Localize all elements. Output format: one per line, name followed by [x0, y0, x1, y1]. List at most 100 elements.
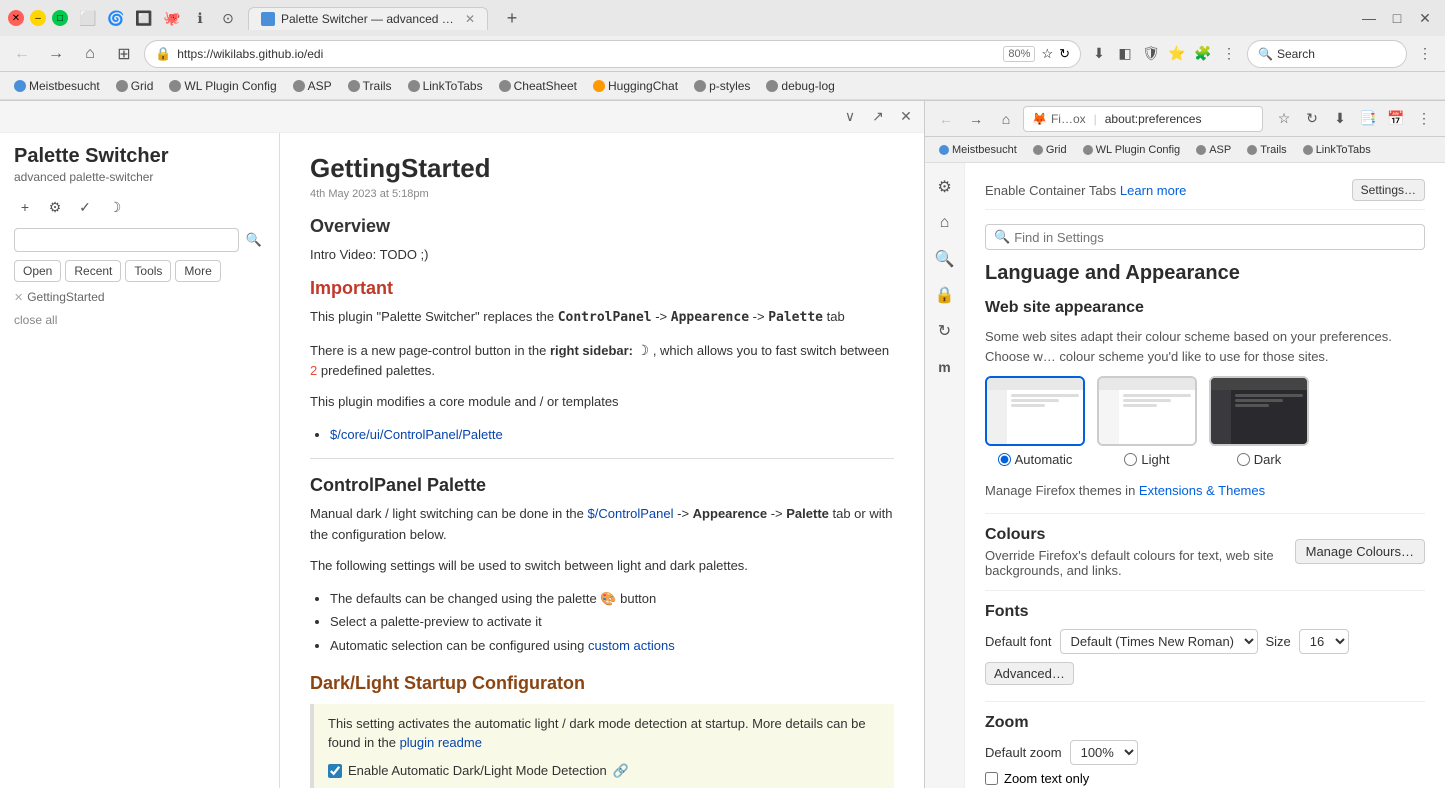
ff-zoom-select[interactable]: 100% — [1070, 740, 1138, 765]
active-tab[interactable]: Palette Switcher — advanced palet… ✕ — [248, 7, 488, 30]
bookmark-linktotabs[interactable]: LinkToTabs — [402, 77, 489, 95]
ff-bk-meistbesucht[interactable]: Meistbesucht — [933, 143, 1023, 157]
browser-icon-1[interactable]: ⬜ — [76, 6, 100, 30]
palette-close-all[interactable]: close all — [0, 308, 279, 331]
ff-advanced-button[interactable]: Advanced… — [985, 662, 1074, 685]
wiki-link-icon[interactable]: 🔗 — [613, 761, 629, 781]
wiki-checkbox[interactable] — [328, 764, 342, 778]
ff-forward-button[interactable]: → — [963, 106, 989, 132]
ff-address-bar[interactable]: 🦊 Fi…ox | about:preferences — [1023, 106, 1263, 132]
palette-check-button[interactable]: ✓ — [74, 196, 96, 218]
bookmark-cheatsheet[interactable]: CheatSheet — [493, 77, 583, 95]
minimize-button[interactable]: – — [30, 10, 46, 26]
grid-button[interactable]: ⊞ — [110, 40, 138, 68]
browser-icon-4[interactable]: 🐙 — [160, 6, 184, 30]
browser-icon-2[interactable]: 🌀 — [104, 6, 128, 30]
bookmark-debuglog[interactable]: debug-log — [760, 77, 840, 95]
wiki-collapse-icon[interactable]: ∨ — [840, 107, 860, 127]
palette-item-close-icon[interactable]: ✕ — [14, 291, 23, 304]
wiki-cp-link[interactable]: $/ControlPanel — [588, 506, 674, 521]
wiki-link-controlpanel[interactable]: $/core/ui/ControlPanel/Palette — [330, 427, 503, 442]
minimize-win-icon[interactable]: — — [1357, 6, 1381, 30]
bookmark-trails[interactable]: Trails — [342, 77, 398, 95]
palette-tab-tools[interactable]: Tools — [125, 260, 171, 282]
wiki-close-icon[interactable]: ✕ — [896, 107, 916, 127]
ff-bk-trails[interactable]: Trails — [1241, 143, 1292, 157]
ff-sidebar-lock-icon[interactable]: 🔒 — [929, 279, 961, 311]
bookmark-grid[interactable]: Grid — [110, 77, 160, 95]
ff-download-icon[interactable]: ⬇ — [1327, 106, 1353, 132]
ff-star-icon[interactable]: ☆ — [1271, 106, 1297, 132]
bookmark-pstyles[interactable]: p-styles — [688, 77, 756, 95]
window-controls[interactable]: ✕ – □ — [8, 10, 68, 26]
bookmark-asp[interactable]: ASP — [287, 77, 338, 95]
ff-appearance-light[interactable]: Light — [1097, 376, 1197, 467]
search-bar[interactable]: 🔍 Search — [1247, 40, 1407, 68]
palette-tab-open[interactable]: Open — [14, 260, 61, 282]
wiki-callout-link[interactable]: plugin readme — [400, 735, 482, 750]
ff-radio-dark[interactable] — [1237, 453, 1250, 466]
ff-sidebar-sync-icon[interactable]: ↻ — [929, 315, 961, 347]
ff-appearance-dark[interactable]: Dark — [1209, 376, 1309, 467]
palette-settings-button[interactable]: ⚙ — [44, 196, 66, 218]
ff-appearance-auto[interactable]: Automatic — [985, 376, 1085, 467]
learn-more-link[interactable]: Learn more — [1120, 183, 1186, 198]
ff-back-button[interactable]: ← — [933, 106, 959, 132]
bookmark-meistbesucht[interactable]: Meistbesucht — [8, 77, 106, 95]
close-button[interactable]: ✕ — [8, 10, 24, 26]
ff-home-button[interactable]: ⌂ — [993, 106, 1019, 132]
close-win-icon[interactable]: ✕ — [1413, 6, 1437, 30]
ff-extensions-themes-link[interactable]: Extensions & Themes — [1139, 483, 1265, 498]
sidebar-icon[interactable]: ◧ — [1113, 42, 1137, 66]
ff-font-select[interactable]: Default (Times New Roman) — [1060, 629, 1258, 654]
ff-bk-grid[interactable]: Grid — [1027, 143, 1073, 157]
download-icon[interactable]: ⬇ — [1087, 42, 1111, 66]
star-icon[interactable]: ☆ — [1041, 46, 1053, 62]
ff-size-select[interactable]: 16 — [1299, 629, 1349, 654]
ff-sidebar-m-icon[interactable]: m — [929, 351, 961, 383]
browser-icon-5[interactable]: ℹ — [188, 6, 212, 30]
wiki-expand-icon[interactable]: ↗ — [868, 107, 888, 127]
forward-button[interactable]: → — [42, 40, 70, 68]
ff-bk-linktotabs[interactable]: LinkToTabs — [1297, 143, 1377, 157]
zoom-badge[interactable]: 80% — [1003, 46, 1035, 62]
palette-tab-recent[interactable]: Recent — [65, 260, 121, 282]
ff-settings-button[interactable]: Settings… — [1352, 179, 1425, 201]
ff-sidebar-search-icon[interactable]: 🔍 — [929, 243, 961, 275]
palette-add-button[interactable]: + — [14, 196, 36, 218]
ff-bookmark-icon[interactable]: 📑 — [1355, 106, 1381, 132]
palette-tab-more[interactable]: More — [175, 260, 220, 282]
more-tools-icon[interactable]: ⋮ — [1217, 42, 1241, 66]
new-tab-button[interactable]: + — [500, 6, 524, 30]
ff-manage-colours-button[interactable]: Manage Colours… — [1295, 539, 1425, 564]
browser-icon-6[interactable]: ⊙ — [216, 6, 240, 30]
ff-find-in-settings[interactable]: 🔍 — [985, 224, 1425, 250]
ff-radio-auto[interactable] — [998, 453, 1011, 466]
wiki-custom-actions-link[interactable]: custom actions — [588, 638, 675, 653]
extension-icon[interactable]: 🧩 — [1191, 42, 1215, 66]
restore-win-icon[interactable]: □ — [1385, 6, 1409, 30]
ff-zoom-text-only-checkbox[interactable] — [985, 772, 998, 785]
ff-sidebar-settings-icon[interactable]: ⚙ — [929, 171, 961, 203]
tab-close-icon[interactable]: ✕ — [465, 12, 475, 26]
browser-icon-3[interactable]: 🔲 — [132, 6, 156, 30]
ff-radio-light[interactable] — [1124, 453, 1137, 466]
maximize-button[interactable]: □ — [52, 10, 68, 26]
refresh-icon[interactable]: ↻ — [1059, 46, 1070, 62]
palette-search-icon[interactable]: 🔍 — [243, 229, 265, 251]
ff-more-icon[interactable]: ⋮ — [1411, 106, 1437, 132]
wiki-link-2[interactable]: 2 — [310, 363, 317, 378]
ff-history-icon[interactable]: 📅 — [1383, 106, 1409, 132]
bookmark-huggingchat[interactable]: HuggingChat — [587, 77, 684, 95]
address-bar[interactable]: 🔒 https://wikilabs.github.io/edi 80% ☆ ↻ — [144, 40, 1081, 68]
more-nav-icon[interactable]: ⋮ — [1413, 42, 1437, 66]
ff-sidebar-home-icon[interactable]: ⌂ — [929, 207, 961, 239]
palette-search-input[interactable] — [14, 228, 239, 252]
bookmark-wl-plugin[interactable]: WL Plugin Config — [163, 77, 282, 95]
shield-icon[interactable]: 🛡 — [1139, 42, 1163, 66]
palette-item-label[interactable]: GettingStarted — [27, 290, 104, 304]
ff-bk-asp[interactable]: ASP — [1190, 143, 1237, 157]
ff-bk-wl[interactable]: WL Plugin Config — [1077, 143, 1187, 157]
back-button[interactable]: ← — [8, 40, 36, 68]
bookmark-star-icon[interactable]: ⭐ — [1165, 42, 1189, 66]
